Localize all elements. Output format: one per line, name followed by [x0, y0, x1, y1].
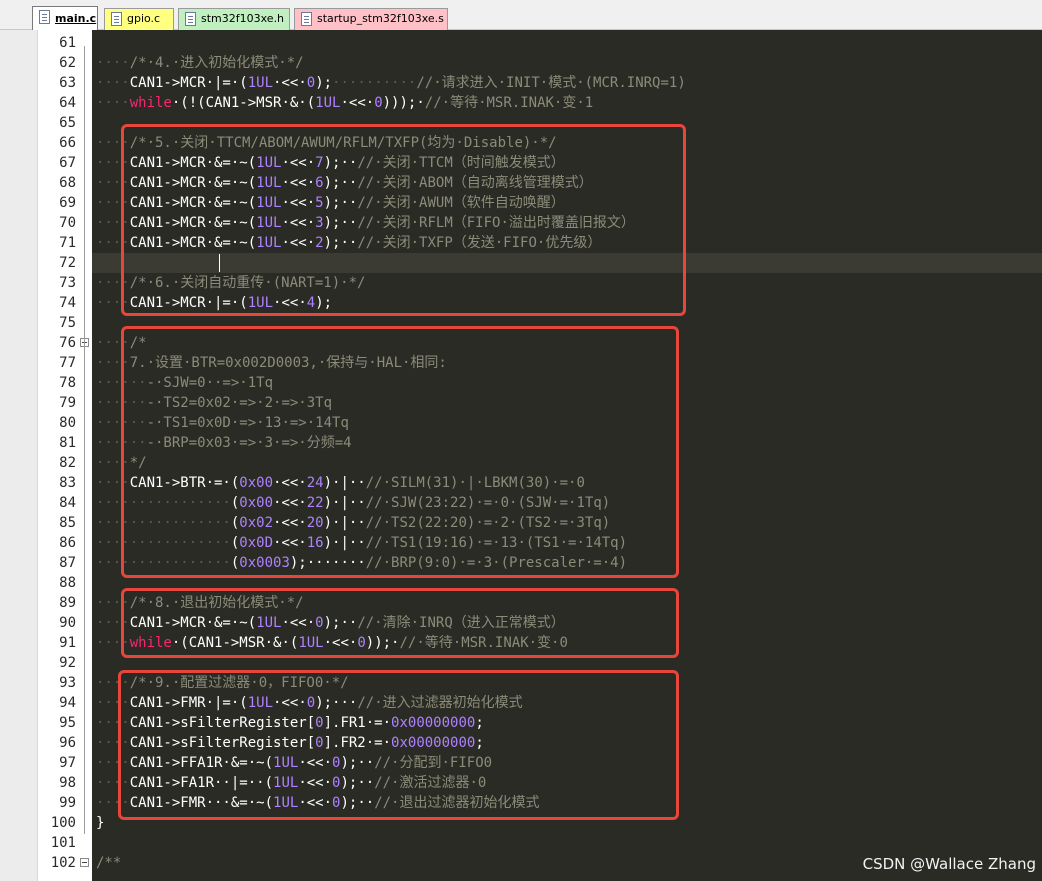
code-token: ·<<·	[273, 75, 307, 91]
line-number: 61	[59, 35, 76, 51]
line-number: 69	[59, 195, 76, 211]
line-number: 71	[59, 235, 76, 251]
line-number: 81	[59, 435, 76, 451]
line-number: 85	[59, 515, 76, 531]
line-number: 91	[59, 635, 76, 651]
line-number: 66	[59, 135, 76, 151]
tab-label: gpio.c	[127, 12, 161, 25]
line-number: 92	[59, 655, 76, 671]
code-line[interactable]: 63 ····CAN1->MCR·|=·(1UL·<<·0);··········…	[0, 73, 1042, 93]
number-token: 1UL	[247, 75, 274, 91]
code-token: );	[315, 75, 333, 91]
line-number: 86	[59, 535, 76, 551]
line-number: 88	[59, 575, 76, 591]
whitespace-marker: ····	[96, 75, 130, 91]
line-number: 97	[59, 755, 76, 771]
line-number: 98	[59, 775, 76, 791]
code-token: ·(!(CAN1->MSR·&·(	[171, 95, 316, 111]
number-token: 0	[374, 95, 383, 111]
line-number: 75	[59, 315, 76, 331]
line-number: 94	[59, 695, 76, 711]
highlight-box-step9	[118, 670, 679, 820]
line-number: 65	[59, 115, 76, 131]
code-token: ·<<·	[340, 95, 375, 111]
whitespace-marker: ····	[96, 95, 130, 111]
line-number: 67	[59, 155, 76, 171]
line-number: 84	[59, 495, 76, 511]
line-number: 99	[59, 795, 76, 811]
keyword-token: while	[129, 95, 172, 111]
line-number: 90	[59, 615, 76, 631]
line-number: 70	[59, 215, 76, 231]
code-line[interactable]: 64 ····while·(!(CAN1->MSR·&·(1UL·<<·0)));…	[0, 93, 1042, 113]
code-token: )));·	[382, 95, 425, 111]
file-icon	[185, 12, 196, 26]
line-number: 95	[59, 715, 76, 731]
whitespace-marker: ····	[96, 55, 130, 71]
highlight-box-step5-6	[121, 124, 686, 316]
tab-label: main.c	[55, 12, 97, 25]
line-number: 89	[59, 595, 76, 611]
code-line[interactable]: 61	[0, 33, 1042, 53]
comment-token: //·等待·MSR.INAK·变·1	[424, 95, 594, 111]
code-token: }	[96, 815, 105, 831]
line-number: 77	[59, 355, 76, 371]
line-number: 79	[59, 395, 76, 411]
code-token: CAN1->MCR·|=·(	[129, 75, 248, 91]
line-text: /**	[96, 853, 121, 873]
line-number: 63	[59, 75, 76, 91]
number-token: 1UL	[315, 95, 341, 111]
line-text: ····CAN1->MCR·|=·(1UL·<<·0);··········//…	[96, 73, 686, 93]
file-icon	[301, 12, 312, 26]
line-number: 93	[59, 675, 76, 691]
tab-main-c[interactable]: main.c	[32, 6, 98, 30]
comment-token: /*·4.·进入初始化模式·*/	[129, 55, 304, 71]
line-text: ····while·(!(CAN1->MSR·&·(1UL·<<·0)));·/…	[96, 93, 593, 113]
comment-token: /**	[96, 855, 122, 871]
line-number: 102	[50, 855, 76, 871]
highlight-box-step8	[121, 588, 679, 658]
code-line[interactable]: 62 ····/*·4.·进入初始化模式·*/	[0, 53, 1042, 73]
comment-token: //·请求进入·INIT·模式·(MCR.INRQ=1)	[416, 75, 686, 91]
line-number: 76	[59, 335, 76, 351]
code-line[interactable]: 101	[0, 833, 1042, 853]
line-text: }	[96, 813, 104, 833]
line-text: ····/*·4.·进入初始化模式·*/	[96, 53, 304, 73]
tab-stm32f103xe-h[interactable]: stm32f103xe.h	[178, 8, 290, 30]
file-icon	[39, 10, 50, 24]
line-number: 68	[59, 175, 76, 191]
line-number: 78	[59, 375, 76, 391]
tab-bar: main.c gpio.c stm32f103xe.h startup_stm3…	[0, 0, 1042, 30]
line-number: 100	[50, 815, 76, 831]
watermark: CSDN @Wallace Zhang	[862, 855, 1036, 873]
whitespace-marker: ··········	[332, 75, 417, 91]
file-icon	[111, 12, 122, 26]
tab-label: startup_stm32f103xe.s	[317, 12, 444, 25]
tab-label: stm32f103xe.h	[201, 12, 285, 25]
highlight-box-step7	[121, 326, 679, 578]
line-number: 83	[59, 475, 76, 491]
tab-startup-s[interactable]: startup_stm32f103xe.s	[294, 8, 448, 30]
line-number: 64	[59, 95, 76, 111]
line-number: 74	[59, 295, 76, 311]
line-number: 82	[59, 455, 76, 471]
line-number: 73	[59, 275, 76, 291]
fold-line	[84, 46, 85, 834]
line-number: 101	[50, 835, 76, 851]
line-number: 62	[59, 55, 76, 71]
number-token: 0	[306, 75, 316, 91]
line-number: 87	[59, 555, 76, 571]
fold-toggle-icon[interactable]	[80, 858, 89, 867]
line-number: 96	[59, 735, 76, 751]
line-number: 80	[59, 415, 76, 431]
tab-gpio-c[interactable]: gpio.c	[104, 8, 174, 30]
line-number: 72	[59, 255, 76, 271]
